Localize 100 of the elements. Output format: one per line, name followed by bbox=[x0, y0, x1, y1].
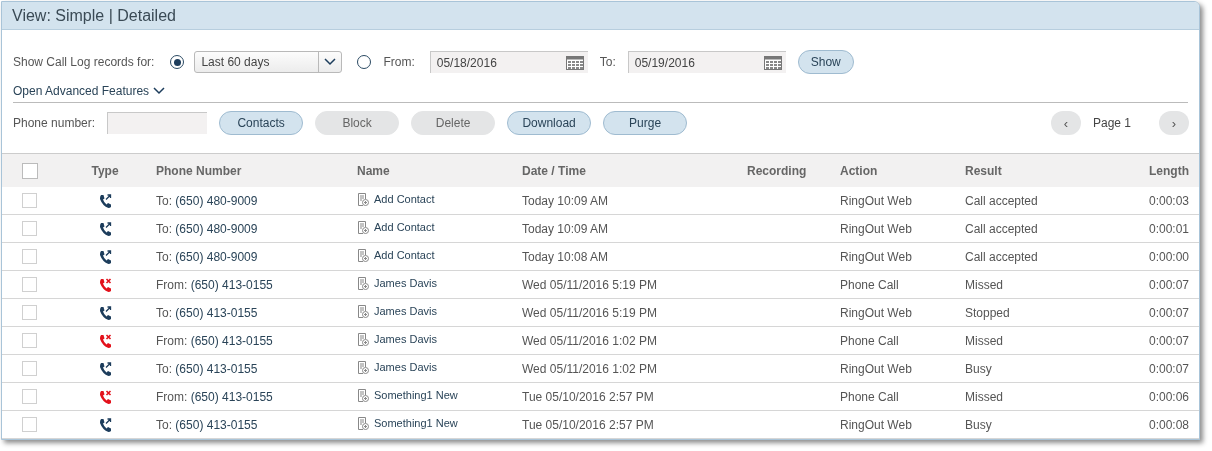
outgoing-call-icon bbox=[98, 249, 112, 264]
missed-call-icon bbox=[98, 333, 112, 348]
phone-number-field[interactable] bbox=[107, 112, 208, 134]
date-time: Wed 05/11/2016 5:19 PM bbox=[522, 277, 657, 292]
row-checkbox[interactable] bbox=[22, 193, 37, 208]
chevron-down-icon bbox=[324, 58, 337, 66]
phone-number[interactable]: (650) 480-9009 bbox=[175, 249, 258, 264]
action-button[interactable]: Download bbox=[507, 111, 592, 135]
from-date-field[interactable]: 05/18/2016 bbox=[429, 51, 588, 73]
contact-name-link[interactable]: Add Contact bbox=[374, 249, 435, 261]
missed-call-icon bbox=[98, 277, 112, 292]
call-action: RingOut Web bbox=[840, 193, 912, 208]
call-result: Call accepted bbox=[965, 249, 1038, 264]
call-length: 0:00:03 bbox=[1148, 193, 1189, 208]
missed-call-icon bbox=[98, 389, 112, 404]
phone-number[interactable]: (650) 413-0155 bbox=[190, 389, 273, 404]
calendar-icon[interactable] bbox=[565, 55, 584, 70]
add-contact-icon[interactable] bbox=[357, 304, 369, 318]
call-result: Stopped bbox=[965, 305, 1010, 320]
date-time: Wed 05/11/2016 1:02 PM bbox=[522, 333, 657, 348]
advanced-features-link[interactable]: Open Advanced Features bbox=[13, 84, 150, 98]
call-result: Busy bbox=[965, 361, 992, 376]
call-direction: To: bbox=[156, 305, 172, 320]
row-checkbox[interactable] bbox=[22, 389, 37, 404]
records-label: Show Call Log records for: bbox=[13, 55, 155, 69]
column-header[interactable]: Action bbox=[840, 163, 878, 178]
row-checkbox[interactable] bbox=[22, 333, 37, 348]
date-time: Today 10:08 AM bbox=[522, 249, 609, 264]
call-direction: From: bbox=[156, 389, 188, 404]
call-result: Missed bbox=[965, 389, 1003, 404]
radio-button[interactable] bbox=[357, 55, 372, 69]
row-checkbox[interactable] bbox=[22, 305, 37, 320]
row-checkbox[interactable] bbox=[22, 221, 37, 236]
select-all-checkbox[interactable] bbox=[22, 162, 38, 179]
date-time: Today 10:09 AM bbox=[522, 193, 609, 208]
add-contact-icon[interactable] bbox=[357, 360, 369, 374]
contact-name-link[interactable]: James Davis bbox=[374, 361, 437, 373]
add-contact-icon[interactable] bbox=[357, 332, 369, 346]
call-result: Call accepted bbox=[965, 221, 1038, 236]
column-header[interactable]: Phone Number bbox=[156, 163, 242, 178]
date-time: Wed 05/11/2016 1:02 PM bbox=[522, 361, 657, 376]
call-result: Missed bbox=[965, 277, 1003, 292]
call-result: Call accepted bbox=[965, 193, 1038, 208]
call-length: 0:00:08 bbox=[1148, 417, 1189, 432]
action-button[interactable]: Contacts bbox=[219, 111, 304, 135]
call-action: Phone Call bbox=[840, 333, 899, 348]
row-checkbox[interactable] bbox=[22, 361, 37, 376]
date-time: Tue 05/10/2016 2:57 PM bbox=[522, 389, 654, 404]
column-header[interactable]: Date / Time bbox=[522, 163, 586, 178]
radio-button[interactable] bbox=[170, 55, 185, 69]
phone-number[interactable]: (650) 480-9009 bbox=[175, 221, 258, 236]
call-length: 0:00:07 bbox=[1148, 277, 1189, 292]
phone-number[interactable]: (650) 413-0155 bbox=[190, 277, 273, 292]
contact-name-link[interactable]: James Davis bbox=[374, 333, 437, 345]
phone-number[interactable]: (650) 413-0155 bbox=[175, 361, 258, 376]
contact-name-link[interactable]: James Davis bbox=[374, 277, 437, 289]
calendar-icon[interactable] bbox=[763, 55, 782, 70]
call-action: Phone Call bbox=[840, 277, 899, 292]
phone-number[interactable]: (650) 413-0155 bbox=[175, 305, 258, 320]
column-header[interactable]: Length bbox=[1149, 163, 1189, 178]
contact-name-link[interactable]: James Davis bbox=[374, 305, 437, 317]
call-length: 0:00:01 bbox=[1148, 221, 1189, 236]
phone-number-label: Phone number: bbox=[13, 116, 96, 130]
call-direction: To: bbox=[156, 417, 172, 432]
phone-number[interactable]: (650) 480-9009 bbox=[175, 193, 258, 208]
add-contact-icon[interactable] bbox=[357, 192, 369, 206]
row-checkbox[interactable] bbox=[22, 249, 37, 264]
call-length: 0:00:06 bbox=[1148, 389, 1189, 404]
add-contact-icon[interactable] bbox=[357, 248, 369, 262]
call-length: 0:00:00 bbox=[1148, 249, 1189, 264]
call-action: RingOut Web bbox=[840, 361, 912, 376]
chevron-down-icon[interactable] bbox=[153, 87, 166, 95]
contact-name-link[interactable]: Add Contact bbox=[374, 221, 435, 233]
range-dropdown[interactable]: Last 60 days bbox=[194, 51, 343, 73]
action-button[interactable]: Purge bbox=[603, 111, 688, 135]
column-header[interactable]: Name bbox=[357, 163, 390, 178]
to-date-field[interactable]: 05/19/2016 bbox=[627, 51, 786, 73]
date-time: Wed 05/11/2016 5:19 PM bbox=[522, 305, 657, 320]
row-checkbox[interactable] bbox=[22, 277, 37, 292]
add-contact-icon[interactable] bbox=[357, 416, 369, 430]
call-length: 0:00:07 bbox=[1148, 305, 1189, 320]
add-contact-icon[interactable] bbox=[357, 220, 369, 234]
add-contact-icon[interactable] bbox=[357, 276, 369, 290]
call-length: 0:00:07 bbox=[1148, 333, 1189, 348]
phone-number[interactable]: (650) 413-0155 bbox=[190, 333, 273, 348]
add-contact-icon[interactable] bbox=[357, 388, 369, 402]
call-direction: To: bbox=[156, 193, 172, 208]
contact-name-link[interactable]: Something1 New bbox=[374, 389, 458, 401]
outgoing-call-icon bbox=[98, 221, 112, 236]
page-indicator: Page 1 bbox=[1092, 116, 1131, 130]
call-direction: To: bbox=[156, 249, 172, 264]
column-header[interactable]: Result bbox=[965, 163, 1002, 178]
phone-number[interactable]: (650) 413-0155 bbox=[175, 417, 258, 432]
contact-name-link[interactable]: Something1 New bbox=[374, 417, 458, 429]
call-action: RingOut Web bbox=[840, 249, 912, 264]
contact-name-link[interactable]: Add Contact bbox=[374, 193, 435, 205]
show-button[interactable]: Show bbox=[797, 50, 854, 74]
row-checkbox[interactable] bbox=[22, 417, 37, 432]
call-action: RingOut Web bbox=[840, 417, 912, 432]
from-label: From: bbox=[383, 55, 415, 69]
